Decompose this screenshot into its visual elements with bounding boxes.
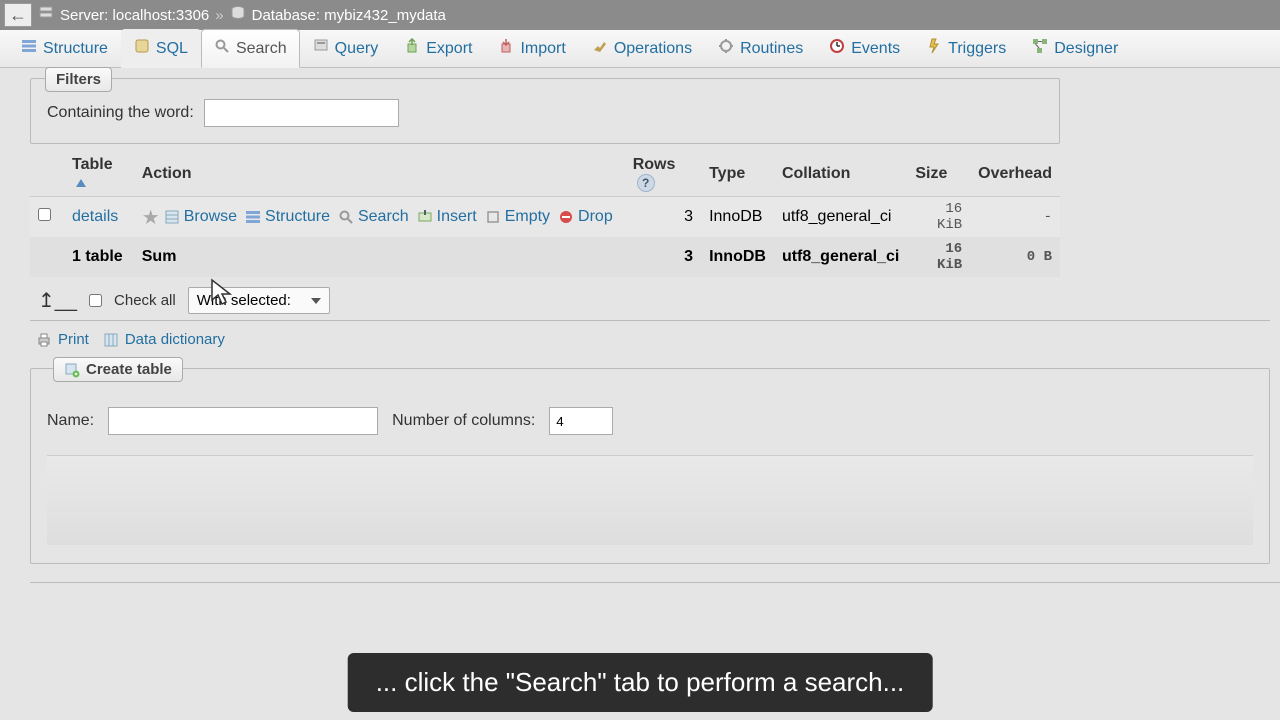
tab-sql[interactable]: SQL: [121, 29, 201, 68]
tab-routines[interactable]: Routines: [705, 29, 816, 68]
server-icon: [38, 5, 54, 25]
cell-rows: 3: [625, 197, 701, 238]
table-name-link[interactable]: details: [72, 208, 118, 226]
summary-size: 16 KiB: [907, 237, 970, 277]
summary-collation: utf8_general_ci: [774, 237, 907, 277]
num-columns-input[interactable]: [549, 407, 613, 435]
chevron-down-icon: [311, 298, 321, 304]
filters-panel: Filters Containing the word:: [30, 78, 1060, 144]
cell-type: InnoDB: [701, 197, 774, 238]
help-icon[interactable]: ?: [637, 174, 655, 192]
arrow-up-icon: ↥__: [38, 288, 77, 313]
import-icon: [498, 38, 514, 59]
action-insert[interactable]: Insert: [417, 208, 477, 226]
check-all-checkbox[interactable]: [89, 294, 102, 307]
action-browse[interactable]: Browse: [164, 208, 237, 226]
tab-structure[interactable]: Structure: [8, 29, 121, 68]
tab-search[interactable]: Search: [201, 29, 300, 68]
tab-triggers[interactable]: Triggers: [913, 29, 1019, 68]
col-type[interactable]: Type: [701, 152, 774, 197]
data-dictionary-link[interactable]: Data dictionary: [103, 331, 225, 348]
print-link[interactable]: Print: [36, 331, 89, 348]
triggers-icon: [926, 38, 942, 59]
cols-label: Number of columns:: [392, 412, 535, 430]
events-icon: [829, 38, 845, 59]
tab-label: Designer: [1054, 40, 1118, 58]
tab-label: Triggers: [948, 40, 1006, 58]
containing-word-label: Containing the word:: [47, 104, 194, 122]
tab-label: Operations: [614, 40, 692, 58]
with-selected-dropdown[interactable]: With selected:: [188, 287, 330, 314]
with-selected-label: With selected:: [197, 292, 291, 309]
summary-type: InnoDB: [701, 237, 774, 277]
breadcrumb-bar: ← Server: localhost:3306 » Database: myb…: [0, 0, 1280, 30]
cell-overhead: -: [970, 197, 1060, 238]
tab-operations[interactable]: Operations: [579, 29, 705, 68]
col-overhead[interactable]: Overhead: [970, 152, 1060, 197]
tab-label: Structure: [43, 40, 108, 58]
tab-import[interactable]: Import: [485, 29, 578, 68]
action-empty[interactable]: Empty: [485, 208, 550, 226]
summary-count: 1 table: [64, 237, 134, 277]
export-icon: [404, 38, 420, 59]
tab-label: Search: [236, 40, 287, 58]
filters-legend: Filters: [45, 67, 112, 92]
server-label[interactable]: Server: localhost:3306: [60, 7, 209, 24]
col-table[interactable]: Table: [64, 152, 134, 197]
col-size[interactable]: Size: [907, 152, 970, 197]
create-table-panel: Create table Name: Number of columns:: [30, 368, 1270, 564]
structure-icon: [21, 38, 37, 59]
summary-rows: 3: [625, 237, 701, 277]
table-name-input[interactable]: [108, 407, 378, 435]
tab-designer[interactable]: Designer: [1019, 29, 1131, 68]
table-row: details ★ Browse Structure: [30, 197, 1060, 238]
name-label: Name:: [47, 412, 94, 430]
cell-collation: utf8_general_ci: [774, 197, 907, 238]
back-button[interactable]: ←: [4, 3, 32, 27]
caption-overlay: ... click the "Search" tab to perform a …: [348, 653, 933, 712]
tab-events[interactable]: Events: [816, 29, 913, 68]
check-all-label[interactable]: Check all: [114, 292, 176, 309]
tab-export[interactable]: Export: [391, 29, 485, 68]
breadcrumb-separator: »: [215, 7, 223, 24]
tab-label: Export: [426, 40, 472, 58]
col-collation[interactable]: Collation: [774, 152, 907, 197]
col-rows[interactable]: Rows?: [625, 152, 701, 197]
row-checkbox[interactable]: [38, 208, 51, 221]
breadcrumb: Server: localhost:3306 » Database: mybiz…: [38, 5, 446, 25]
create-table-footer: [47, 455, 1253, 545]
action-structure[interactable]: Structure: [245, 208, 330, 226]
col-action: Action: [134, 152, 625, 197]
tab-label: Routines: [740, 40, 803, 58]
operations-icon: [592, 38, 608, 59]
favorite-icon[interactable]: ★: [142, 205, 160, 230]
database-icon: [230, 5, 246, 25]
tab-label: SQL: [156, 40, 188, 58]
tab-query[interactable]: Query: [300, 29, 392, 68]
sort-asc-icon: [76, 179, 86, 187]
summary-row: 1 table Sum 3 InnoDB utf8_general_ci 16 …: [30, 237, 1060, 277]
summary-sum-label: Sum: [134, 237, 625, 277]
routines-icon: [718, 38, 734, 59]
create-table-legend: Create table: [53, 357, 183, 382]
database-label[interactable]: Database: mybiz432_mydata: [252, 7, 446, 24]
designer-icon: [1032, 38, 1048, 59]
sql-icon: [134, 38, 150, 59]
tab-label: Events: [851, 40, 900, 58]
cell-size: 16 KiB: [907, 197, 970, 238]
tables-list: Table Action Rows? Type Collation Size O…: [30, 152, 1060, 277]
action-drop[interactable]: Drop: [558, 208, 613, 226]
action-search[interactable]: Search: [338, 208, 409, 226]
tab-label: Query: [335, 40, 379, 58]
tab-bar: Structure SQL Search Query Export Import…: [0, 30, 1280, 68]
search-icon: [214, 38, 230, 59]
containing-word-input[interactable]: [204, 99, 399, 127]
summary-overhead: 0 B: [970, 237, 1060, 277]
tab-label: Import: [520, 40, 565, 58]
query-icon: [313, 38, 329, 59]
